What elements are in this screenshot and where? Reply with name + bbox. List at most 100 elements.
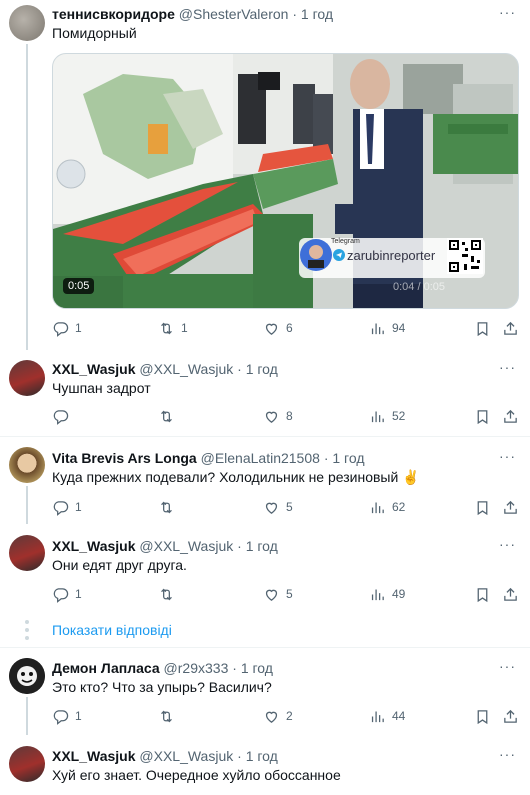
like-count: 2	[286, 709, 293, 723]
more-icon[interactable]: ···	[499, 746, 516, 762]
thread-dot	[25, 628, 29, 632]
more-icon[interactable]: ···	[499, 448, 516, 464]
reply-icon	[53, 709, 69, 725]
share-button[interactable]	[502, 584, 519, 604]
avatar-face-icon	[9, 658, 45, 694]
tweet-text: Это кто? Что за упырь? Василич?	[52, 679, 272, 695]
like-count: 5	[286, 587, 293, 601]
view-count: 62	[392, 500, 406, 514]
thread-line	[26, 486, 28, 524]
heart-icon	[265, 323, 278, 335]
timestamp[interactable]: 1 год	[246, 361, 278, 377]
more-icon[interactable]: ···	[499, 658, 516, 674]
timestamp[interactable]: 1 год	[246, 748, 278, 764]
views-button[interactable]: 49	[369, 584, 405, 604]
separator: ·	[237, 538, 242, 554]
avatar[interactable]	[9, 447, 45, 483]
bookmark-button[interactable]	[474, 584, 491, 604]
bookmark-button[interactable]	[474, 706, 491, 726]
thread-dot	[25, 620, 29, 624]
author-handle[interactable]: @r29x333	[164, 660, 229, 676]
view-count: 52	[392, 409, 406, 423]
more-icon[interactable]: ···	[499, 536, 516, 552]
reply-button[interactable]: 1	[52, 584, 82, 604]
bookmark-button[interactable]	[474, 497, 491, 517]
tweet-actions: 1 2 44	[52, 706, 520, 726]
author-handle[interactable]: @ElenaLatin21508	[201, 450, 320, 466]
retweet-button[interactable]	[158, 406, 181, 426]
like-button[interactable]: 8	[263, 406, 293, 426]
retweet-button[interactable]	[158, 706, 181, 726]
timestamp[interactable]: 1 год	[246, 538, 278, 554]
like-button[interactable]: 5	[263, 497, 293, 517]
watermark-name: zarubinreporter	[347, 248, 436, 263]
views-icon	[371, 411, 384, 422]
tweet[interactable]: XXL_Wasjuk @XXL_Wasjuk · 1 год ··· Чушпа…	[0, 350, 530, 436]
bookmark-icon	[477, 709, 488, 724]
like-button[interactable]: 5	[263, 584, 293, 604]
like-button[interactable]: 2	[263, 706, 293, 726]
more-icon[interactable]: ···	[499, 4, 516, 20]
reply-count: 1	[75, 500, 82, 514]
separator: ·	[323, 450, 329, 466]
tweet[interactable]: XXL_Wasjuk @XXL_Wasjuk · 1 год ··· Хуй е…	[0, 735, 530, 795]
author-handle[interactable]: @XXL_Wasjuk	[139, 361, 233, 377]
video-player[interactable]: Telegram zarubinreporter 0:04 / 0:05 0:0…	[52, 53, 519, 309]
bookmark-button[interactable]	[474, 406, 491, 426]
views-button[interactable]: 52	[369, 406, 405, 426]
tweet-text: Хуй его знает. Очередное хуйло обоссанно…	[52, 767, 341, 783]
video-duration-badge: 0:05	[63, 278, 95, 294]
author-name[interactable]: Vita Brevis Ars Longa	[52, 450, 197, 466]
avatar[interactable]	[9, 360, 45, 396]
views-button[interactable]: 94	[369, 318, 405, 338]
more-icon[interactable]: ···	[499, 359, 516, 375]
views-button[interactable]: 44	[369, 706, 405, 726]
author-name[interactable]: XXL_Wasjuk	[52, 748, 136, 764]
author-name[interactable]: теннисвкоридоре	[52, 6, 175, 22]
author-name[interactable]: XXL_Wasjuk	[52, 538, 136, 554]
retweet-icon	[161, 501, 172, 513]
share-button[interactable]	[502, 318, 519, 338]
retweet-button[interactable]	[158, 584, 181, 604]
reply-icon	[53, 321, 69, 337]
author-handle[interactable]: @XXL_Wasjuk	[139, 538, 233, 554]
avatar[interactable]	[9, 5, 45, 41]
bookmark-button[interactable]	[474, 318, 491, 338]
author-name[interactable]: XXL_Wasjuk	[52, 361, 136, 377]
like-button[interactable]: 6	[263, 318, 293, 338]
timestamp[interactable]: 1 год	[301, 6, 333, 22]
reply-button[interactable]	[52, 406, 75, 426]
tweet-text: Куда прежних подевали? Холодильник не ре…	[52, 469, 420, 485]
tweet-header: теннисвкоридоре @ShesterValeron · 1 год	[52, 5, 333, 23]
thread-line	[26, 44, 28, 350]
reply-icon	[53, 500, 69, 516]
tweet[interactable]: Демон Лапласа @r29x333 · 1 год ··· Это к…	[0, 648, 530, 735]
separator: ·	[237, 748, 242, 764]
author-handle[interactable]: @XXL_Wasjuk	[139, 748, 233, 764]
share-button[interactable]	[502, 406, 519, 426]
heart-icon	[265, 711, 278, 723]
views-button[interactable]: 62	[369, 497, 405, 517]
timestamp[interactable]: 1 год	[332, 450, 364, 466]
share-button[interactable]	[502, 706, 519, 726]
tweet-header: XXL_Wasjuk @XXL_Wasjuk · 1 год	[52, 537, 278, 555]
tweet[interactable]: XXL_Wasjuk @XXL_Wasjuk · 1 год ··· Они е…	[0, 524, 530, 614]
avatar[interactable]	[9, 535, 45, 571]
avatar[interactable]	[9, 746, 45, 782]
tweet[interactable]: Vita Brevis Ars Longa @ElenaLatin21508 ·…	[0, 437, 530, 524]
timestamp[interactable]: 1 год	[241, 660, 273, 676]
reply-button[interactable]: 1	[52, 497, 82, 517]
share-button[interactable]	[502, 497, 519, 517]
retweet-button[interactable]	[158, 497, 181, 517]
share-icon	[504, 500, 517, 514]
reply-button[interactable]: 1	[52, 706, 82, 726]
author-handle[interactable]: @ShesterValeron	[179, 6, 289, 22]
tweet-actions: 1 5 49	[52, 584, 520, 604]
reply-count: 1	[75, 587, 82, 601]
show-replies-link[interactable]: Показати відповіді	[52, 622, 172, 638]
tweet[interactable]: теннисвкоридоре @ShesterValeron · 1 год …	[0, 0, 530, 350]
author-name[interactable]: Демон Лапласа	[52, 660, 160, 676]
reply-button[interactable]: 1	[52, 318, 82, 338]
avatar[interactable]	[9, 658, 45, 694]
retweet-button[interactable]: 1	[158, 318, 188, 338]
